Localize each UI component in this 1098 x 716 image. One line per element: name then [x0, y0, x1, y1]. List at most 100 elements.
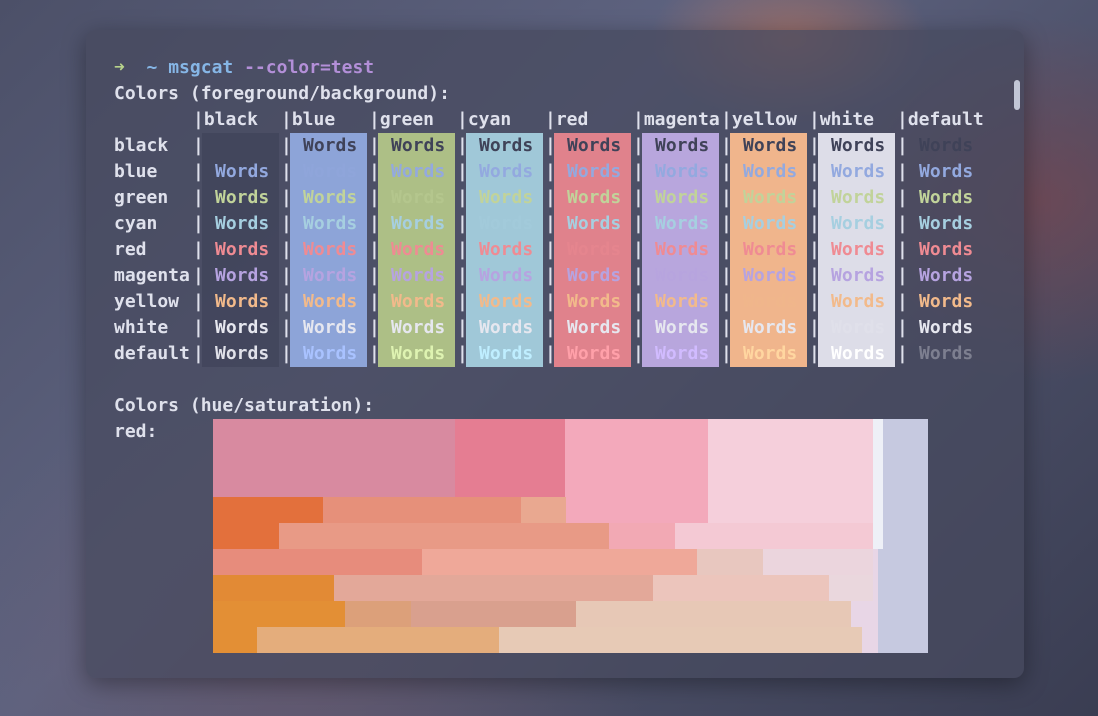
cell-separator: |: [809, 161, 820, 182]
prompt-command: msgcat: [168, 57, 234, 78]
column-header-default: |default: [897, 109, 984, 130]
column-header-cyan: |cyan: [457, 109, 512, 130]
cell-separator: |: [281, 265, 292, 286]
cell-separator: |: [545, 187, 556, 208]
cell-default-on-black: Words: [215, 343, 270, 364]
cell-green-on-yellow: Words: [743, 187, 798, 208]
cell-red-on-cyan: Words: [479, 239, 534, 260]
cell-separator: |: [369, 291, 380, 312]
column-header-magenta: |magenta: [633, 109, 720, 130]
cell-cyan-on-black: Words: [215, 213, 270, 234]
cell-separator: |: [545, 343, 556, 364]
cell-green-on-cyan: Words: [479, 187, 534, 208]
cell-black-on-default: Words: [919, 135, 974, 156]
cell-separator: |: [369, 135, 380, 156]
cell-cyan-on-white: Words: [831, 213, 886, 234]
cell-green-on-white: Words: [831, 187, 886, 208]
section-title-fg-bg: Colors (foreground/background):: [114, 83, 450, 104]
cell-separator: |: [633, 265, 644, 286]
cell-separator: |: [633, 135, 644, 156]
column-header-red: |red: [545, 109, 589, 130]
cell-white-on-green: Words: [391, 317, 446, 338]
cell-separator: |: [457, 343, 468, 364]
cell-separator: |: [897, 161, 908, 182]
cell-separator: |: [457, 161, 468, 182]
row-label-blue: blue: [114, 161, 158, 182]
cell-separator: |: [633, 239, 644, 260]
cell-red-on-blue: Words: [303, 239, 358, 260]
cell-magenta-on-default: Words: [919, 265, 974, 286]
cell-separator: |: [281, 317, 292, 338]
cell-separator: |: [281, 187, 292, 208]
cell-cyan-on-default: Words: [919, 213, 974, 234]
cell-green-on-magenta: Words: [655, 187, 710, 208]
cell-separator: |: [721, 239, 732, 260]
cell-white-on-yellow: Words: [743, 317, 798, 338]
cell-red-on-black: Words: [215, 239, 270, 260]
cell-default-on-red: Words: [567, 343, 622, 364]
column-header-green: |green: [369, 109, 435, 130]
cell-separator: |: [369, 187, 380, 208]
cell-separator: |: [633, 161, 644, 182]
cell-cyan-on-red: Words: [567, 213, 622, 234]
cell-green-on-red: Words: [567, 187, 622, 208]
cell-white-on-blue: Words: [303, 317, 358, 338]
cell-green-on-green: Words: [391, 187, 446, 208]
cell-separator: |: [809, 291, 820, 312]
cell-separator: |: [457, 187, 468, 208]
hue-saturation-swatch: [213, 419, 928, 653]
cell-separator: |: [809, 239, 820, 260]
cell-separator: |: [897, 265, 908, 286]
cell-black-on-white: Words: [831, 135, 886, 156]
cell-separator: |: [633, 343, 644, 364]
cell-separator: |: [545, 239, 556, 260]
cell-separator: |: [897, 239, 908, 260]
cell-separator: |: [193, 135, 204, 156]
cell-separator: |: [721, 343, 732, 364]
cell-red-on-white: Words: [831, 239, 886, 260]
cell-red-on-yellow: Words: [743, 239, 798, 260]
row-label-default: default: [114, 343, 190, 364]
scrollbar-thumb[interactable]: [1014, 80, 1020, 110]
cell-cyan-on-blue: Words: [303, 213, 358, 234]
cell-default-on-cyan: Words: [479, 343, 534, 364]
cell-separator: |: [809, 213, 820, 234]
column-header-yellow: |yellow: [721, 109, 797, 130]
cell-separator: |: [457, 135, 468, 156]
cell-separator: |: [809, 343, 820, 364]
cell-separator: |: [369, 213, 380, 234]
cell-separator: |: [721, 291, 732, 312]
cell-separator: |: [633, 187, 644, 208]
cell-separator: |: [721, 265, 732, 286]
cell-separator: |: [721, 213, 732, 234]
cell-yellow-on-default: Words: [919, 291, 974, 312]
cell-cyan-on-magenta: Words: [655, 213, 710, 234]
cell-blue-on-magenta: Words: [655, 161, 710, 182]
cell-separator: |: [193, 213, 204, 234]
cell-yellow-on-magenta: Words: [655, 291, 710, 312]
cell-magenta-on-white: Words: [831, 265, 886, 286]
cell-separator: |: [633, 213, 644, 234]
cell-separator: |: [193, 265, 204, 286]
cell-separator: |: [457, 213, 468, 234]
row-label-red: red: [114, 239, 147, 260]
cell-yellow-on-black: Words: [215, 291, 270, 312]
cell-default-on-magenta: Words: [655, 343, 710, 364]
cell-green-on-blue: Words: [303, 187, 358, 208]
row-label-green: green: [114, 187, 169, 208]
cell-separator: |: [809, 187, 820, 208]
cell-separator: |: [809, 265, 820, 286]
cell-blue-on-cyan: Words: [479, 161, 534, 182]
cell-separator: |: [457, 265, 468, 286]
cell-green-on-black: Words: [215, 187, 270, 208]
cell-separator: |: [369, 239, 380, 260]
cell-separator: |: [809, 317, 820, 338]
cell-separator: |: [193, 239, 204, 260]
cell-blue-on-blue: Words: [303, 161, 358, 182]
cell-white-on-cyan: Words: [479, 317, 534, 338]
prompt-cwd: ~: [146, 57, 158, 78]
cell-separator: |: [281, 343, 292, 364]
cell-separator: |: [897, 291, 908, 312]
row-label-magenta: magenta: [114, 265, 190, 286]
cell-separator: |: [369, 161, 380, 182]
